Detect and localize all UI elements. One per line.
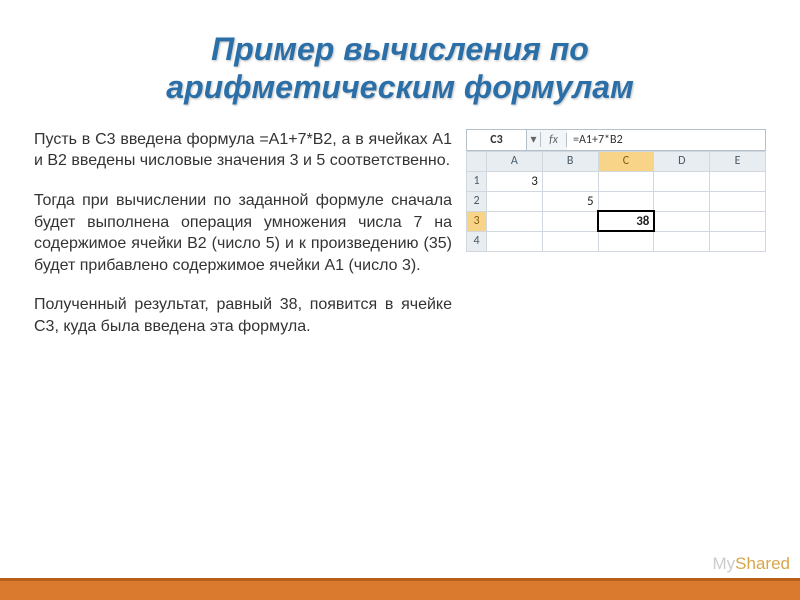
text-column: Пусть в C3 введена формула =A1+7*B2, а в… xyxy=(34,129,452,356)
cell-E4[interactable] xyxy=(710,231,766,251)
name-box-dropdown-icon[interactable]: ▾ xyxy=(527,132,541,147)
cell-C4[interactable] xyxy=(598,231,654,251)
table-row: 1 3 xyxy=(467,171,766,191)
cell-B4[interactable] xyxy=(542,231,598,251)
spreadsheet-grid: A B C D E 1 3 xyxy=(466,151,766,252)
content-area: Пусть в C3 введена формула =A1+7*B2, а в… xyxy=(0,129,800,356)
cell-B1[interactable] xyxy=(542,171,598,191)
cell-C1[interactable] xyxy=(598,171,654,191)
title-line-2: арифметическим формулам xyxy=(166,69,633,105)
cell-B3[interactable] xyxy=(542,211,598,231)
col-header-E[interactable]: E xyxy=(710,151,766,171)
row-header-4[interactable]: 4 xyxy=(467,231,487,251)
cell-C2[interactable] xyxy=(598,191,654,211)
formula-bar: C3 ▾ fx =A1+7*B2 xyxy=(466,129,766,151)
paragraph-1: Пусть в C3 введена формула =A1+7*B2, а в… xyxy=(34,129,452,172)
spreadsheet: C3 ▾ fx =A1+7*B2 A B C D E xyxy=(466,129,766,252)
watermark-pre: My xyxy=(713,554,736,573)
cell-E1[interactable] xyxy=(710,171,766,191)
cell-D2[interactable] xyxy=(654,191,710,211)
cell-D3[interactable] xyxy=(654,211,710,231)
formula-input[interactable]: =A1+7*B2 xyxy=(567,130,765,150)
watermark: MyShared xyxy=(713,554,791,574)
cell-A3[interactable] xyxy=(487,211,543,231)
table-row: 3 38 xyxy=(467,211,766,231)
watermark-accent: Shared xyxy=(735,554,790,573)
row-header-2[interactable]: 2 xyxy=(467,191,487,211)
slide-title: Пример вычисления по арифметическим форм… xyxy=(0,0,800,129)
cell-A1[interactable]: 3 xyxy=(487,171,543,191)
cell-C3[interactable]: 38 xyxy=(598,211,654,231)
table-row: 2 5 xyxy=(467,191,766,211)
cell-A4[interactable] xyxy=(487,231,543,251)
col-header-D[interactable]: D xyxy=(654,151,710,171)
table-row: 4 xyxy=(467,231,766,251)
footer-bar xyxy=(0,578,800,600)
col-header-B[interactable]: B xyxy=(542,151,598,171)
paragraph-3: Полученный результат, равный 38, появитс… xyxy=(34,294,452,337)
cell-D1[interactable] xyxy=(654,171,710,191)
paragraph-2: Тогда при вычислении по заданной формуле… xyxy=(34,190,452,276)
col-header-C[interactable]: C xyxy=(598,151,654,171)
row-header-3[interactable]: 3 xyxy=(467,211,487,231)
cell-B2[interactable]: 5 xyxy=(542,191,598,211)
title-line-1: Пример вычисления по xyxy=(211,31,589,67)
name-box[interactable]: C3 xyxy=(467,130,527,150)
cell-A2[interactable] xyxy=(487,191,543,211)
cell-D4[interactable] xyxy=(654,231,710,251)
cell-E3[interactable] xyxy=(710,211,766,231)
fx-icon[interactable]: fx xyxy=(541,133,567,147)
spreadsheet-column: C3 ▾ fx =A1+7*B2 A B C D E xyxy=(466,129,766,356)
col-header-A[interactable]: A xyxy=(487,151,543,171)
row-header-1[interactable]: 1 xyxy=(467,171,487,191)
cell-E2[interactable] xyxy=(710,191,766,211)
select-all-corner[interactable] xyxy=(467,151,487,171)
